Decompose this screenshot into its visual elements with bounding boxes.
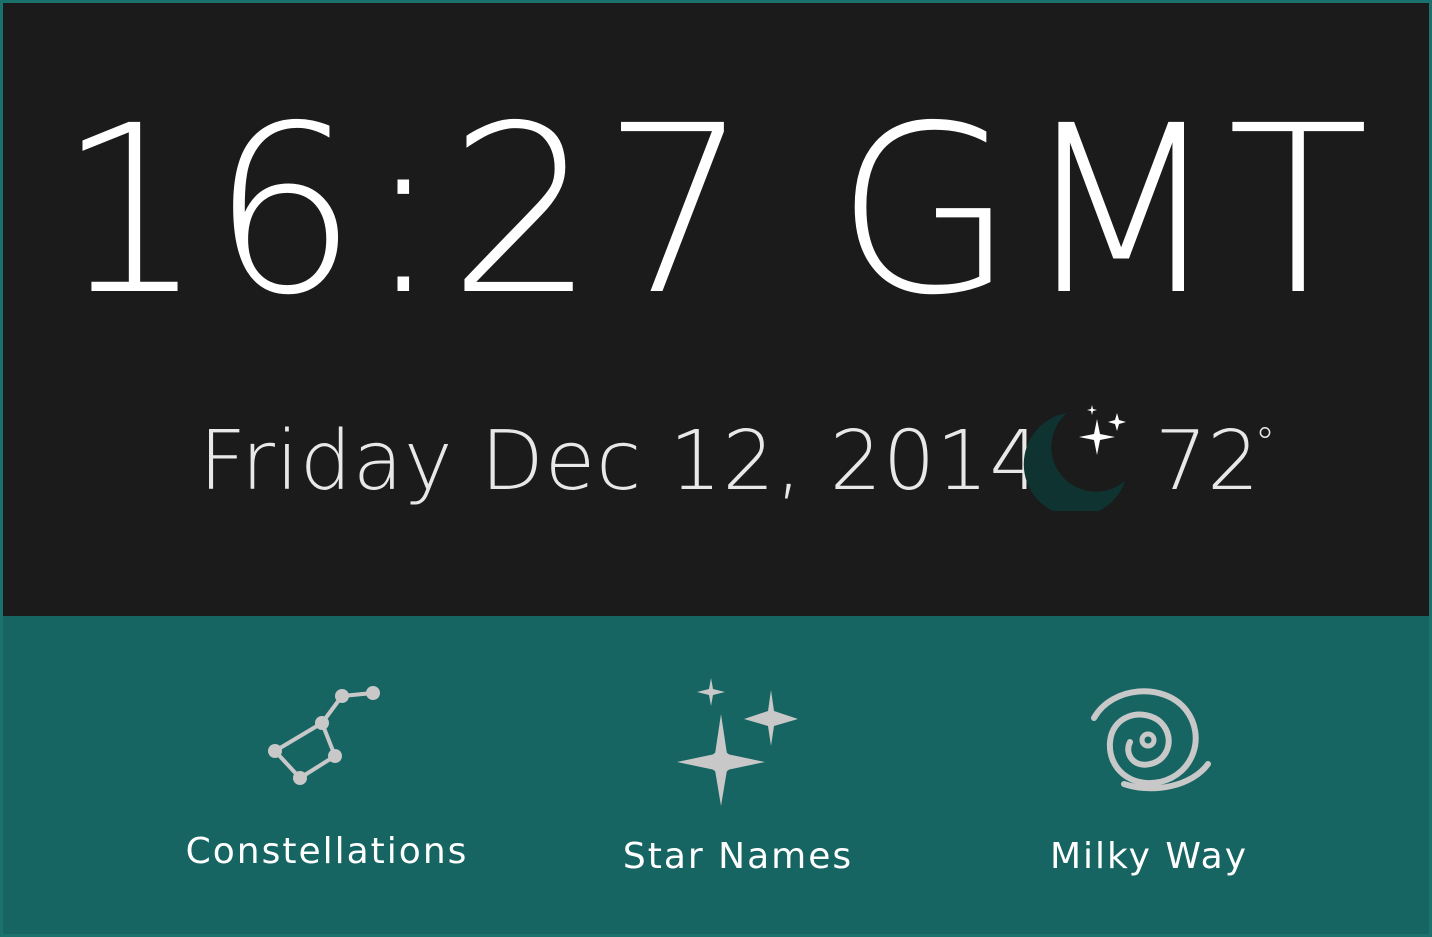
temperature-value: 72 xyxy=(1155,414,1260,509)
clock-panel: 16:27 GMT Friday Dec 12, 2014 72 ° xyxy=(3,3,1429,616)
nav-item-milky-way[interactable]: Milky Way xyxy=(969,616,1329,916)
feature-nav: Constellations Star Names Milky Way xyxy=(3,616,1429,934)
constellation-icon xyxy=(147,678,507,792)
nav-item-star-names[interactable]: Star Names xyxy=(558,616,918,916)
degree-symbol: ° xyxy=(1255,420,1275,466)
stars-icon xyxy=(558,674,918,813)
nav-label-star-names: Star Names xyxy=(622,836,854,877)
date-text: Friday Dec 12, 2014 xyxy=(199,414,1043,509)
clock-time: 16:27 GMT xyxy=(57,76,1375,346)
nav-label-milky-way: Milky Way xyxy=(1049,836,1249,877)
nav-item-constellations[interactable]: Constellations xyxy=(147,616,507,916)
moon-stars-icon xyxy=(1019,399,1139,517)
app-frame: 16:27 GMT Friday Dec 12, 2014 72 ° Const… xyxy=(0,0,1432,937)
nav-label-constellations: Constellations xyxy=(185,831,469,872)
galaxy-spiral-icon xyxy=(969,682,1329,801)
weather-widget: 72 ° xyxy=(1019,399,1299,519)
